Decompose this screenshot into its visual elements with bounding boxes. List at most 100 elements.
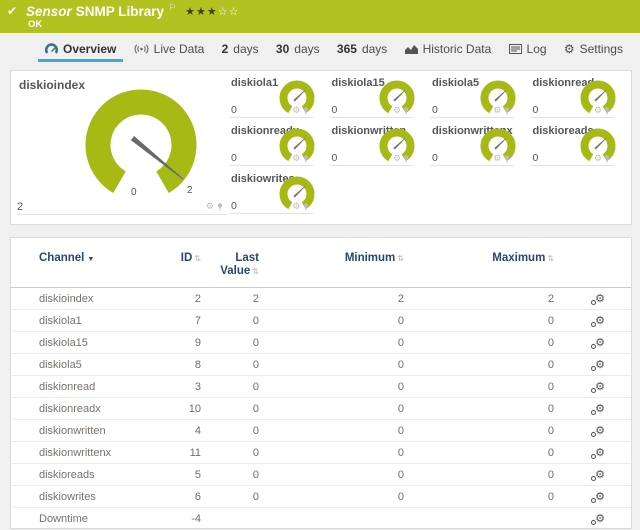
- live-icon: [134, 44, 149, 54]
- channel-settings-icon[interactable]: ⚙: [595, 404, 605, 415]
- divider: [430, 117, 514, 118]
- tab-log[interactable]: Log: [502, 33, 554, 64]
- divider: [330, 165, 414, 166]
- gauge-dial: [61, 83, 221, 201]
- pin-icon[interactable]: [303, 155, 309, 163]
- tab-label: Historic Data: [423, 42, 492, 56]
- gear-icon[interactable]: ⚙: [292, 202, 300, 211]
- star-filled-icon[interactable]: ★: [185, 6, 196, 18]
- channel-settings-icon[interactable]: ⚙: [595, 426, 605, 437]
- small-gauge-diskiola1[interactable]: diskiola1 0 ⚙: [229, 75, 321, 123]
- channel-name[interactable]: diskionread: [39, 381, 161, 393]
- table-row-downtime[interactable]: Downtime -4 ⚙: [11, 508, 631, 530]
- channel-last-value: 0: [201, 315, 259, 327]
- channel-maximum: 2: [404, 293, 554, 305]
- gauge-last-value: 0: [432, 104, 438, 116]
- table-row-diskioreads[interactable]: diskioreads 5 0 0 0 ⚙: [11, 464, 631, 486]
- table-row-diskiola5[interactable]: diskiola5 8 0 0 0 ⚙: [11, 354, 631, 376]
- channel-maximum: 0: [404, 315, 554, 327]
- table-row-diskionwritten[interactable]: diskionwritten 4 0 0 0 ⚙: [11, 420, 631, 442]
- channel-settings-icon[interactable]: ⚙: [595, 492, 605, 503]
- channel-settings-icon[interactable]: ⚙: [595, 382, 605, 393]
- channel-settings-icon[interactable]: ⚙: [595, 316, 605, 327]
- channel-name[interactable]: diskionwrittenx: [39, 447, 161, 459]
- table-row-diskionwrittenx[interactable]: diskionwrittenx 11 0 0 0 ⚙: [11, 442, 631, 464]
- channel-name[interactable]: diskioindex: [39, 293, 161, 305]
- small-gauge-diskioreads[interactable]: diskioreads 0 ⚙: [531, 123, 623, 171]
- table-row-diskiola1[interactable]: diskiola1 7 0 0 0 ⚙: [11, 310, 631, 332]
- gear-icon[interactable]: ⚙: [493, 106, 501, 115]
- table-row-diskionread[interactable]: diskionread 3 0 0 0 ⚙: [11, 376, 631, 398]
- table-row-diskiola15[interactable]: diskiola15 9 0 0 0 ⚙: [11, 332, 631, 354]
- table-row-diskiowrites[interactable]: diskiowrites 6 0 0 0 ⚙: [11, 486, 631, 508]
- pin-icon[interactable]: [604, 107, 610, 115]
- gear-icon[interactable]: ⚙: [393, 154, 401, 163]
- column-header-minimum[interactable]: Minimum⇅: [259, 252, 404, 265]
- gear-icon[interactable]: ⚙: [292, 106, 300, 115]
- channel-minimum: 0: [259, 381, 404, 393]
- column-header-last-value[interactable]: Last Value⇅: [201, 252, 259, 278]
- channel-name[interactable]: diskioreads: [39, 469, 161, 481]
- column-header-id[interactable]: ID⇅: [161, 252, 201, 265]
- star-empty-icon[interactable]: ☆: [229, 6, 240, 18]
- small-gauge-diskionwritten[interactable]: diskionwritten 0 ⚙: [330, 123, 422, 171]
- channel-maximum: 0: [404, 403, 554, 415]
- pin-icon[interactable]: [604, 155, 610, 163]
- gear-icon[interactable]: ⚙: [594, 106, 602, 115]
- tab-365-days[interactable]: 365days: [330, 33, 394, 64]
- flag-icon[interactable]: ⚐: [168, 2, 176, 12]
- tab-historic-data[interactable]: Historic Data: [398, 33, 499, 64]
- channel-name[interactable]: diskiola5: [39, 359, 161, 371]
- channel-settings-icon[interactable]: ⚙: [595, 338, 605, 349]
- tab-settings[interactable]: ⚙Settings: [557, 33, 630, 64]
- channel-settings-icon[interactable]: ⚙: [595, 294, 605, 305]
- channel-settings-icon[interactable]: ⚙: [595, 448, 605, 459]
- pin-icon[interactable]: [303, 203, 309, 211]
- channel-name[interactable]: diskionreadx: [39, 403, 161, 415]
- column-label: Channel: [39, 252, 84, 264]
- channel-name[interactable]: diskionwritten: [39, 425, 161, 437]
- tab-overview[interactable]: Overview: [38, 33, 123, 64]
- channel-name[interactable]: Downtime: [39, 513, 161, 525]
- channel-settings-icon[interactable]: ⚙: [595, 470, 605, 481]
- channel-name[interactable]: diskiola1: [39, 315, 161, 327]
- pin-icon[interactable]: [303, 107, 309, 115]
- channel-name[interactable]: diskiola15: [39, 337, 161, 349]
- small-gauge-diskiola15[interactable]: diskiola15 0 ⚙: [330, 75, 422, 123]
- star-filled-icon[interactable]: ★: [196, 6, 207, 18]
- tab-2-days[interactable]: 2days: [215, 33, 266, 64]
- table-row-diskioindex[interactable]: diskioindex 2 2 2 2 ⚙: [11, 288, 631, 310]
- small-gauge-diskionreadx[interactable]: diskionreadx 0 ⚙: [229, 123, 321, 171]
- sensor-type-label: Sensor: [26, 4, 72, 19]
- channel-last-value: 0: [201, 337, 259, 349]
- channel-settings-icon[interactable]: ⚙: [595, 360, 605, 371]
- pin-icon[interactable]: [217, 203, 223, 211]
- tab-live-data[interactable]: Live Data: [127, 33, 212, 64]
- channel-last-value: 0: [201, 447, 259, 459]
- tab-30-days[interactable]: 30days: [269, 33, 327, 64]
- small-gauge-diskiola5[interactable]: diskiola5 0 ⚙: [430, 75, 522, 123]
- table-row-diskionreadx[interactable]: diskionreadx 10 0 0 0 ⚙: [11, 398, 631, 420]
- pin-icon[interactable]: [504, 155, 510, 163]
- gear-icon[interactable]: ⚙: [594, 154, 602, 163]
- small-gauge-diskiowrites[interactable]: diskiowrites 0 ⚙: [229, 171, 321, 219]
- pin-icon[interactable]: [403, 107, 409, 115]
- gauge-last-value: 0: [533, 104, 539, 116]
- gear-icon[interactable]: ⚙: [393, 106, 401, 115]
- channel-name[interactable]: diskiowrites: [39, 491, 161, 503]
- star-empty-icon[interactable]: ☆: [218, 6, 229, 18]
- channel-settings-icon[interactable]: ⚙: [595, 514, 605, 525]
- column-header-maximum[interactable]: Maximum⇅: [404, 252, 554, 265]
- main-gauge-diskioindex[interactable]: diskioindex 0 2 2 ⚙: [11, 75, 229, 224]
- small-gauge-diskionwrittenx[interactable]: diskionwrittenx 0 ⚙: [430, 123, 522, 171]
- gear-icon[interactable]: ⚙: [493, 154, 501, 163]
- status-badge: OK: [28, 19, 42, 30]
- gear-icon[interactable]: ⚙: [292, 154, 300, 163]
- gear-icon[interactable]: ⚙: [206, 202, 214, 211]
- pin-icon[interactable]: [403, 155, 409, 163]
- star-filled-icon[interactable]: ★: [207, 6, 218, 18]
- channel-last-value: 0: [201, 403, 259, 415]
- pin-icon[interactable]: [504, 107, 510, 115]
- column-header-channel[interactable]: Channel▼: [39, 252, 161, 266]
- small-gauge-diskionread[interactable]: diskionread 0 ⚙: [531, 75, 623, 123]
